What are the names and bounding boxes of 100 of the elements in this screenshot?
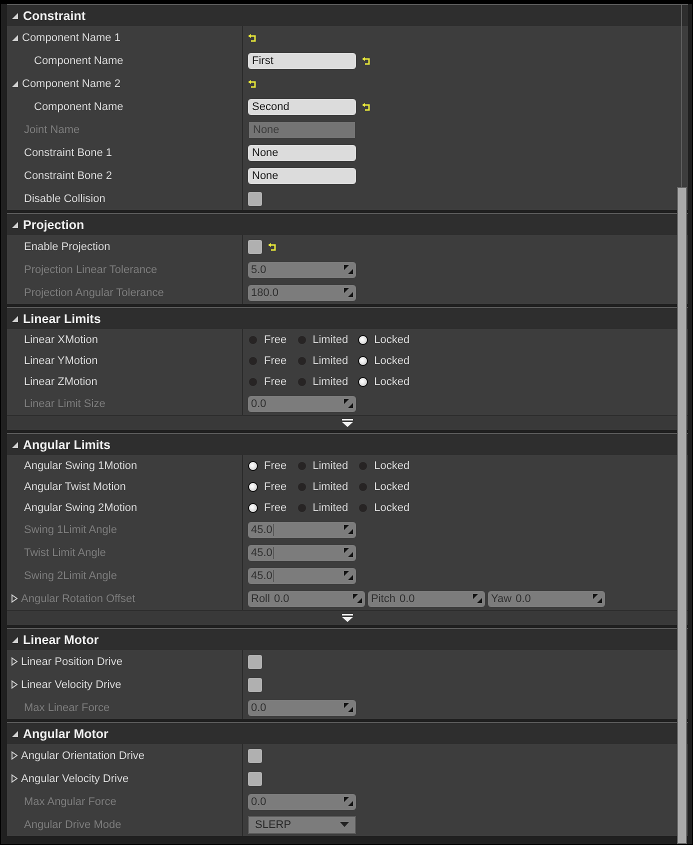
- category-title: Linear Motor: [23, 632, 99, 646]
- category-title: Linear Limits: [23, 312, 101, 326]
- radio-label[interactable]: Limited: [312, 460, 348, 472]
- radio-button[interactable]: [359, 462, 368, 470]
- radio-label[interactable]: Free: [264, 460, 287, 472]
- text-field[interactable]: Second: [248, 98, 356, 114]
- category-header[interactable]: Angular Limits: [7, 434, 688, 455]
- radio-label[interactable]: Limited: [312, 502, 348, 514]
- reset-icon[interactable]: [362, 56, 371, 64]
- collapse-arrow-icon[interactable]: [11, 12, 19, 20]
- collapse-arrow-icon[interactable]: [11, 730, 19, 738]
- radio-label[interactable]: Locked: [374, 376, 410, 388]
- reset-icon[interactable]: [248, 34, 257, 42]
- checkbox[interactable]: [248, 654, 262, 668]
- spin-handle-icon[interactable]: [353, 594, 362, 603]
- expand-arrow-icon[interactable]: [11, 657, 18, 666]
- radio-label[interactable]: Free: [264, 502, 287, 514]
- reset-icon[interactable]: [268, 242, 277, 250]
- radio-button[interactable]: [248, 502, 258, 512]
- reset-icon[interactable]: [248, 80, 257, 88]
- checkbox[interactable]: [248, 748, 262, 762]
- radio-label[interactable]: Free: [264, 334, 287, 346]
- radio-label[interactable]: Free: [264, 376, 287, 388]
- radio-label[interactable]: Locked: [374, 354, 410, 366]
- radio-label[interactable]: Free: [264, 354, 287, 366]
- property-label: Max Angular Force: [24, 796, 116, 808]
- collapse-arrow-icon[interactable]: [11, 220, 19, 228]
- expand-arrow-icon[interactable]: [11, 751, 18, 760]
- property-label: Angular Swing 1Motion: [24, 460, 138, 472]
- radio-label[interactable]: Limited: [312, 376, 348, 388]
- property-label: Linear Position Drive: [21, 656, 122, 668]
- spin-handle-icon[interactable]: [473, 594, 482, 603]
- property-label: Joint Name: [24, 124, 80, 136]
- expand-arrow-icon[interactable]: [11, 680, 18, 689]
- property-label: Linear YMotion: [24, 354, 98, 366]
- expand-more-icon[interactable]: [342, 614, 353, 622]
- radio-button[interactable]: [249, 336, 257, 344]
- collapse-arrow-icon[interactable]: [11, 80, 19, 88]
- text-field[interactable]: None: [248, 144, 356, 160]
- checkbox[interactable]: [248, 240, 262, 254]
- property-label: Projection Linear Tolerance: [24, 264, 158, 276]
- radio-button[interactable]: [249, 356, 257, 364]
- category-title: Constraint: [23, 8, 86, 22]
- radio-button[interactable]: [359, 482, 368, 490]
- property-label: Enable Projection: [24, 240, 110, 252]
- collapse-arrow-icon[interactable]: [11, 440, 19, 448]
- radio-button[interactable]: [249, 378, 257, 386]
- checkbox[interactable]: [248, 192, 262, 206]
- category-header[interactable]: Projection: [7, 214, 688, 235]
- collapse-arrow-icon[interactable]: [11, 314, 19, 322]
- property-label: Constraint Bone 1: [24, 146, 112, 158]
- reset-icon[interactable]: [362, 102, 371, 110]
- category-header[interactable]: Angular Motor: [7, 723, 688, 744]
- spin-handle-icon[interactable]: [593, 594, 602, 603]
- category-header[interactable]: Linear Limits: [7, 308, 688, 329]
- radio-button[interactable]: [298, 336, 306, 344]
- property-label: Linear Velocity Drive: [21, 678, 122, 690]
- checkbox[interactable]: [248, 772, 262, 786]
- radio-button[interactable]: [298, 504, 306, 512]
- expand-more-icon[interactable]: [342, 419, 353, 427]
- text-field[interactable]: None: [248, 168, 356, 184]
- radio-label[interactable]: Limited: [312, 354, 348, 366]
- radio-label[interactable]: Free: [264, 480, 287, 492]
- radio-label[interactable]: Locked: [374, 502, 410, 514]
- radio-button[interactable]: [298, 462, 306, 470]
- radio-button[interactable]: [298, 482, 306, 490]
- radio-label[interactable]: Locked: [374, 480, 410, 492]
- property-label: Swing 1Limit Angle: [24, 524, 117, 536]
- radio-button[interactable]: [358, 334, 368, 344]
- radio-button[interactable]: [298, 378, 306, 386]
- radio-label[interactable]: Limited: [312, 480, 348, 492]
- property-label: Angular Drive Mode: [24, 818, 122, 830]
- collapse-arrow-icon[interactable]: [11, 34, 19, 42]
- property-label: Linear XMotion: [24, 334, 98, 346]
- property-label: Component Name 2: [22, 78, 120, 90]
- property-label: Linear Limit Size: [24, 398, 106, 410]
- radio-button[interactable]: [248, 460, 258, 470]
- radio-label[interactable]: Limited: [312, 334, 348, 346]
- expand-arrow-icon[interactable]: [11, 774, 18, 783]
- radio-button[interactable]: [298, 356, 306, 364]
- category-title: Angular Motor: [23, 726, 108, 740]
- category-header[interactable]: Linear Motor: [7, 629, 688, 650]
- radio-button[interactable]: [248, 482, 258, 492]
- radio-button[interactable]: [358, 376, 368, 386]
- collapse-arrow-icon[interactable]: [11, 636, 19, 644]
- caret-icon: [340, 822, 349, 827]
- property-label: Component Name 1: [22, 32, 120, 44]
- category-header[interactable]: Constraint: [7, 5, 688, 26]
- checkbox[interactable]: [248, 678, 262, 692]
- property-label: Projection Angular Tolerance: [24, 286, 164, 298]
- category-title: Projection: [23, 218, 84, 232]
- property-label: Angular Velocity Drive: [21, 772, 129, 784]
- scrollbar-thumb[interactable]: [677, 187, 687, 844]
- radio-button[interactable]: [358, 356, 368, 366]
- radio-label[interactable]: Locked: [374, 460, 410, 472]
- text-field[interactable]: First: [248, 52, 356, 68]
- property-label: Constraint Bone 2: [24, 170, 112, 182]
- radio-button[interactable]: [359, 504, 368, 512]
- property-label: Angular Twist Motion: [24, 480, 126, 492]
- radio-label[interactable]: Locked: [374, 334, 410, 346]
